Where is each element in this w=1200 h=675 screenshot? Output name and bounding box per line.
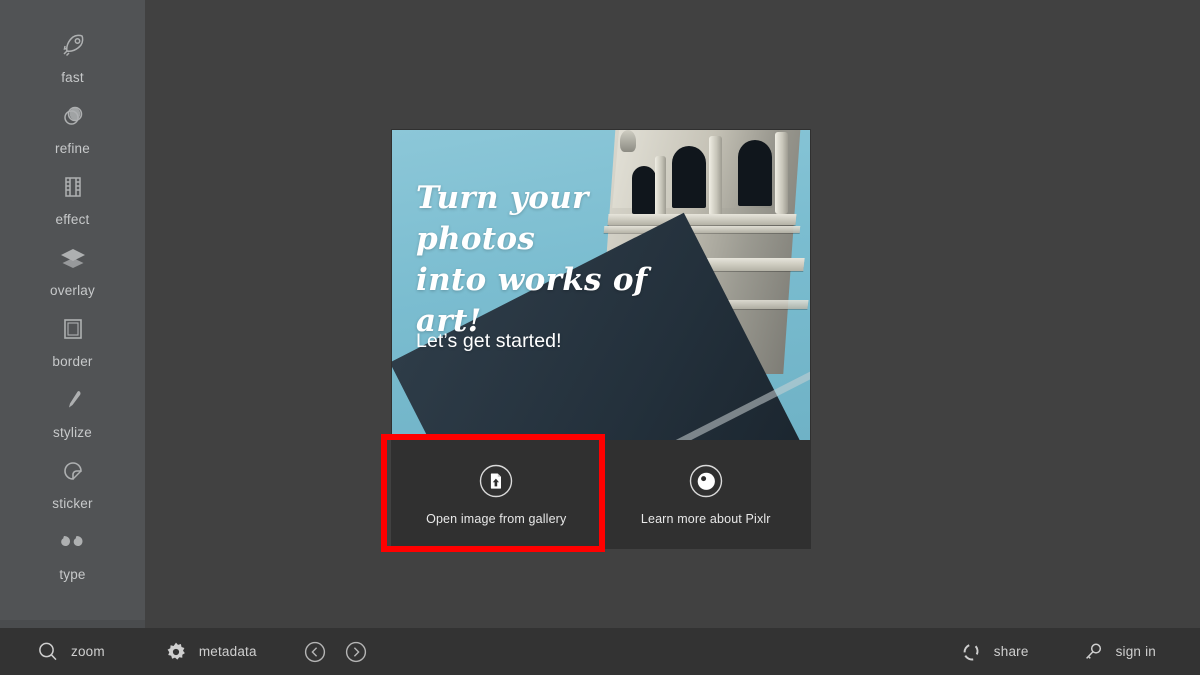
tool-sidebar: fast refine effect overlay border styliz… — [0, 0, 145, 620]
arch-opening — [738, 140, 772, 206]
bottom-toolbar-left: zoom metadata — [0, 640, 368, 664]
previous-image-button[interactable] — [303, 640, 327, 664]
zoom-label: zoom — [71, 644, 105, 659]
share-button[interactable]: share — [959, 640, 1029, 664]
sidebar-item-border[interactable]: border — [0, 314, 145, 385]
zoom-button[interactable]: zoom — [36, 640, 105, 664]
promo-photo: Turn your photos into works of art! Let’… — [392, 130, 810, 440]
sidebar-bottom-strip — [0, 620, 145, 628]
bottom-toolbar: zoom metadata share sign in — [0, 628, 1200, 675]
sidebar-item-label: overlay — [50, 283, 95, 298]
pixlr-express-window: fast refine effect overlay border styliz… — [0, 0, 1200, 675]
column — [655, 156, 666, 218]
upload-file-icon — [478, 463, 514, 499]
sidebar-item-refine[interactable]: refine — [0, 101, 145, 172]
open-image-from-gallery-button[interactable]: Open image from gallery — [392, 440, 601, 548]
metadata-button[interactable]: metadata — [164, 640, 257, 664]
cornice — [607, 214, 797, 225]
promo-subline: Let’s get started! — [416, 330, 562, 352]
sticker-icon — [58, 456, 88, 486]
sidebar-item-sticker[interactable]: sticker — [0, 456, 145, 527]
sidebar-item-label: stylize — [53, 425, 92, 440]
sidebar-item-overlay[interactable]: overlay — [0, 243, 145, 314]
sidebar-item-label: border — [52, 354, 93, 369]
magnifier-icon — [36, 640, 60, 664]
bottom-toolbar-right: share sign in — [959, 640, 1200, 664]
column — [709, 136, 722, 216]
pixlr-logo-icon — [688, 463, 724, 499]
column — [775, 132, 788, 214]
welcome-card: Turn your photos into works of art! Let’… — [392, 130, 810, 548]
sidebar-item-label: sticker — [52, 496, 93, 511]
sidebar-item-label: type — [59, 567, 86, 582]
finial — [620, 130, 636, 152]
card-actions: Open image from gallery Learn more about… — [392, 440, 810, 548]
sidebar-item-label: effect — [55, 212, 90, 227]
learn-more-about-pixlr-button[interactable]: Learn more about Pixlr — [600, 440, 810, 548]
sidebar-item-fast[interactable]: fast — [0, 30, 145, 101]
metadata-label: metadata — [198, 644, 257, 659]
share-icon — [959, 640, 983, 664]
sidebar-item-stylize[interactable]: stylize — [0, 385, 145, 456]
key-icon — [1081, 640, 1105, 664]
gear-icon — [164, 640, 188, 664]
sidebar-item-label: fast — [61, 70, 84, 85]
frame-icon — [58, 314, 88, 344]
action-label: Open image from gallery — [426, 511, 567, 526]
cornice — [603, 226, 801, 233]
brush-icon — [58, 385, 88, 415]
sign-in-button[interactable]: sign in — [1081, 640, 1156, 664]
film-strip-icon — [58, 172, 88, 202]
sidebar-item-effect[interactable]: effect — [0, 172, 145, 243]
sidebar-item-label: refine — [55, 141, 90, 156]
overlapping-circles-icon — [58, 101, 88, 131]
rocket-icon — [58, 30, 88, 60]
action-label: Learn more about Pixlr — [640, 511, 771, 526]
arch-opening — [632, 166, 656, 214]
sidebar-item-type[interactable]: type — [0, 527, 145, 598]
share-label: share — [993, 644, 1029, 659]
quote-marks-icon — [58, 527, 88, 557]
signin-label: sign in — [1115, 644, 1156, 659]
arch-opening — [672, 146, 706, 208]
layers-icon — [58, 243, 88, 273]
next-image-button[interactable] — [344, 640, 368, 664]
